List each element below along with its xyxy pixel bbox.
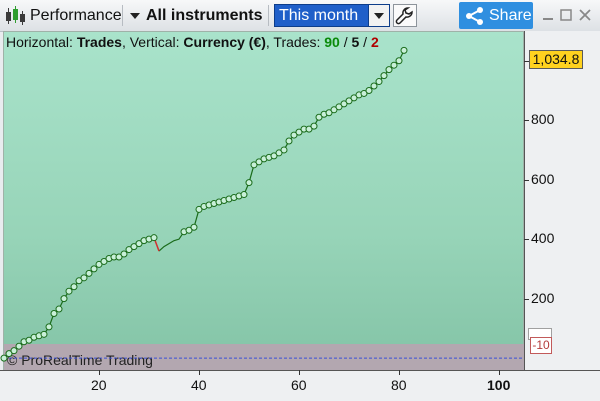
- trade-point: [50, 310, 58, 317]
- trade-point: [240, 191, 248, 199]
- trade-point: [40, 330, 48, 338]
- trade-point: [150, 234, 158, 242]
- trade-point: [310, 122, 318, 130]
- trade-point: [10, 347, 18, 355]
- trade-point: [385, 66, 393, 74]
- equity-curve: [0, 46, 524, 362]
- current-value-label: 1,034.8: [529, 50, 583, 69]
- trade-point: [190, 223, 198, 231]
- trade-point: [245, 179, 253, 187]
- negative-value-label: -10: [530, 337, 552, 354]
- trade-point: [65, 287, 73, 295]
- trade-point: [280, 146, 288, 154]
- trade-point: [60, 295, 68, 303]
- trade-point: [285, 137, 293, 145]
- trade-point: [70, 283, 78, 291]
- trade-point: [80, 274, 88, 282]
- trade-point: [45, 323, 53, 331]
- trade-point: [365, 86, 373, 94]
- trade-point: [0, 354, 8, 362]
- trade-point: [55, 305, 63, 313]
- trade-point: [15, 342, 23, 350]
- trade-point: [375, 78, 383, 86]
- trade-point: [395, 57, 403, 65]
- trade-point: [370, 82, 378, 90]
- trade-point: [380, 72, 388, 80]
- trade-point: [390, 61, 398, 69]
- trade-point: [90, 265, 98, 273]
- trade-point: [120, 250, 128, 258]
- trade-point: [85, 269, 93, 277]
- trade-point: [400, 46, 408, 54]
